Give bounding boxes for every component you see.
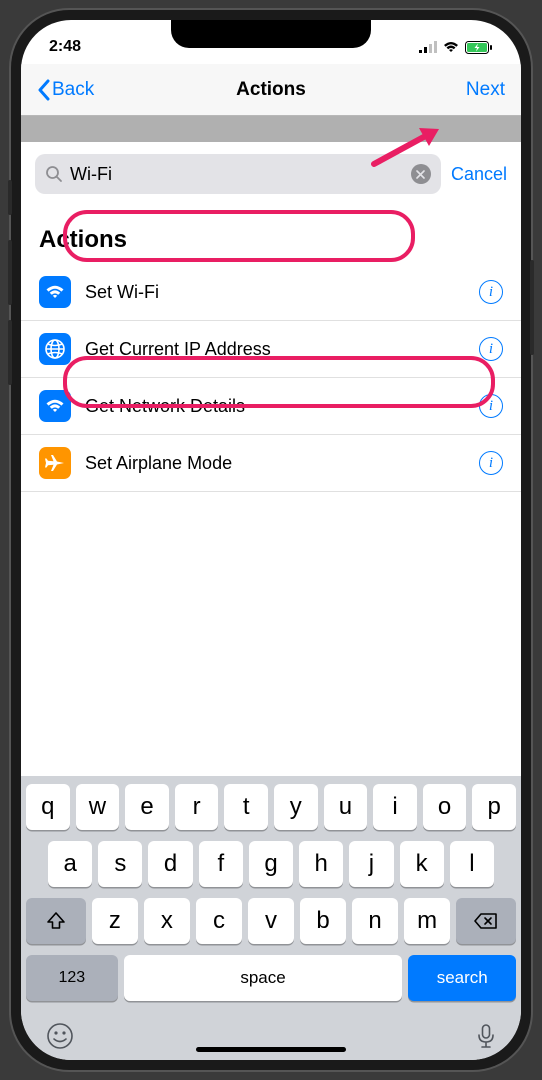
key-t[interactable]: t xyxy=(224,784,268,830)
info-button[interactable]: i xyxy=(479,337,503,361)
search-key[interactable]: search xyxy=(408,955,516,1001)
home-indicator[interactable] xyxy=(196,1047,346,1052)
key-s[interactable]: s xyxy=(98,841,142,887)
search-icon xyxy=(45,165,63,183)
key-f[interactable]: f xyxy=(199,841,243,887)
key-e[interactable]: e xyxy=(125,784,169,830)
info-button[interactable]: i xyxy=(479,280,503,304)
next-button[interactable]: Next xyxy=(466,79,505,101)
key-k[interactable]: k xyxy=(400,841,444,887)
action-label: Set Airplane Mode xyxy=(85,453,465,474)
key-y[interactable]: y xyxy=(274,784,318,830)
key-l[interactable]: l xyxy=(450,841,494,887)
action-row[interactable]: Get Network Details i xyxy=(21,378,521,435)
cancel-button[interactable]: Cancel xyxy=(451,164,507,185)
space-key[interactable]: space xyxy=(124,955,403,1001)
cellular-icon xyxy=(419,41,437,53)
wifi-icon xyxy=(442,41,460,54)
dictation-key[interactable] xyxy=(476,1022,496,1050)
action-row[interactable]: Set Wi-Fi i xyxy=(21,264,521,321)
action-row[interactable]: Set Airplane Mode i xyxy=(21,435,521,492)
battery-icon xyxy=(465,41,493,54)
emoji-key[interactable] xyxy=(46,1022,74,1050)
numbers-key[interactable]: 123 xyxy=(26,955,118,1001)
key-w[interactable]: w xyxy=(76,784,120,830)
key-x[interactable]: x xyxy=(144,898,190,944)
airplane-icon xyxy=(39,447,71,479)
action-row[interactable]: Get Current IP Address i xyxy=(21,321,521,378)
key-a[interactable]: a xyxy=(48,841,92,887)
search-input[interactable] xyxy=(70,164,404,185)
chevron-left-icon xyxy=(37,79,50,101)
shift-icon xyxy=(46,911,66,931)
page-title: Actions xyxy=(236,79,306,101)
key-o[interactable]: o xyxy=(423,784,467,830)
shift-key[interactable] xyxy=(26,898,86,944)
action-label: Get Current IP Address xyxy=(85,339,465,360)
key-h[interactable]: h xyxy=(299,841,343,887)
key-q[interactable]: q xyxy=(26,784,70,830)
key-z[interactable]: z xyxy=(92,898,138,944)
key-b[interactable]: b xyxy=(300,898,346,944)
time: 2:48 xyxy=(49,38,81,56)
key-v[interactable]: v xyxy=(248,898,294,944)
delete-key[interactable] xyxy=(456,898,516,944)
key-n[interactable]: n xyxy=(352,898,398,944)
key-d[interactable]: d xyxy=(148,841,192,887)
keyboard: qwertyuiop asdfghjkl zxcvbnm 123 space s… xyxy=(21,776,521,1060)
key-j[interactable]: j xyxy=(349,841,393,887)
key-r[interactable]: r xyxy=(175,784,219,830)
nav-bar: Back Actions Next xyxy=(21,64,521,116)
delete-icon xyxy=(474,912,498,930)
action-label: Get Network Details xyxy=(85,396,465,417)
key-i[interactable]: i xyxy=(373,784,417,830)
annotation-arrow xyxy=(369,124,447,172)
key-c[interactable]: c xyxy=(196,898,242,944)
action-label: Set Wi-Fi xyxy=(85,282,465,303)
info-button[interactable]: i xyxy=(479,394,503,418)
key-m[interactable]: m xyxy=(404,898,450,944)
key-u[interactable]: u xyxy=(324,784,368,830)
wifi-icon xyxy=(39,390,71,422)
back-button[interactable]: Back xyxy=(37,79,94,101)
globe-icon xyxy=(39,333,71,365)
key-p[interactable]: p xyxy=(472,784,516,830)
section-header: Actions xyxy=(21,206,521,264)
wifi-icon xyxy=(39,276,71,308)
info-button[interactable]: i xyxy=(479,451,503,475)
key-g[interactable]: g xyxy=(249,841,293,887)
